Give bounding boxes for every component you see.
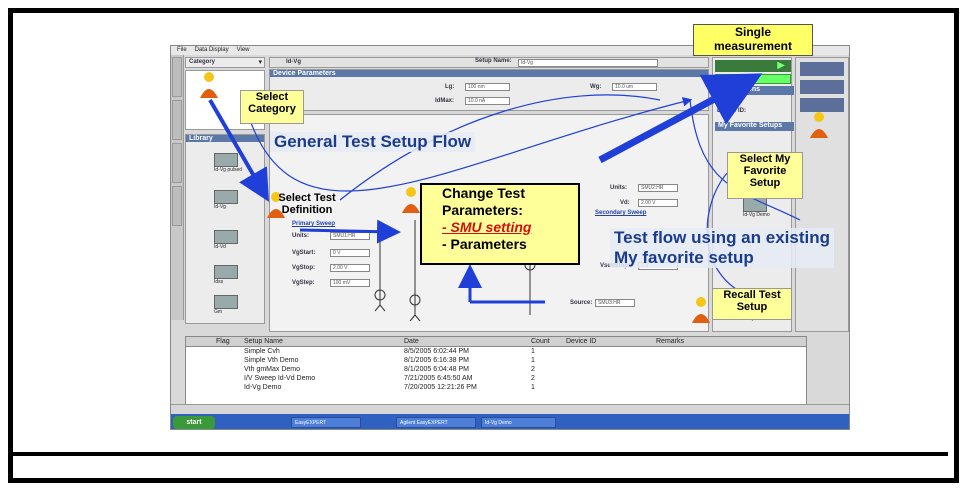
general-flow-heading: General Test Setup Flow bbox=[270, 132, 476, 152]
select-definition-label: Select Test Definition bbox=[278, 192, 336, 216]
person-icon bbox=[810, 112, 828, 138]
person-icon bbox=[402, 187, 420, 213]
recall-setup-label: Recall Test Setup bbox=[712, 288, 792, 320]
change-smu-item: - SMU setting bbox=[442, 219, 532, 235]
select-category-label: Select Category bbox=[240, 90, 304, 124]
test-flow-heading: Test flow using an existing My favorite … bbox=[610, 228, 834, 268]
person-icon bbox=[200, 72, 218, 98]
single-measurement-banner: Single measurement bbox=[693, 24, 813, 56]
change-params-item: - Parameters bbox=[442, 236, 527, 252]
change-params-title: Change Test Parameters: bbox=[442, 185, 525, 218]
change-parameters-box: Change Test Parameters: - SMU setting - … bbox=[420, 183, 580, 265]
select-favorite-label: Select My Favorite Setup bbox=[727, 152, 803, 199]
person-icon bbox=[692, 297, 710, 323]
